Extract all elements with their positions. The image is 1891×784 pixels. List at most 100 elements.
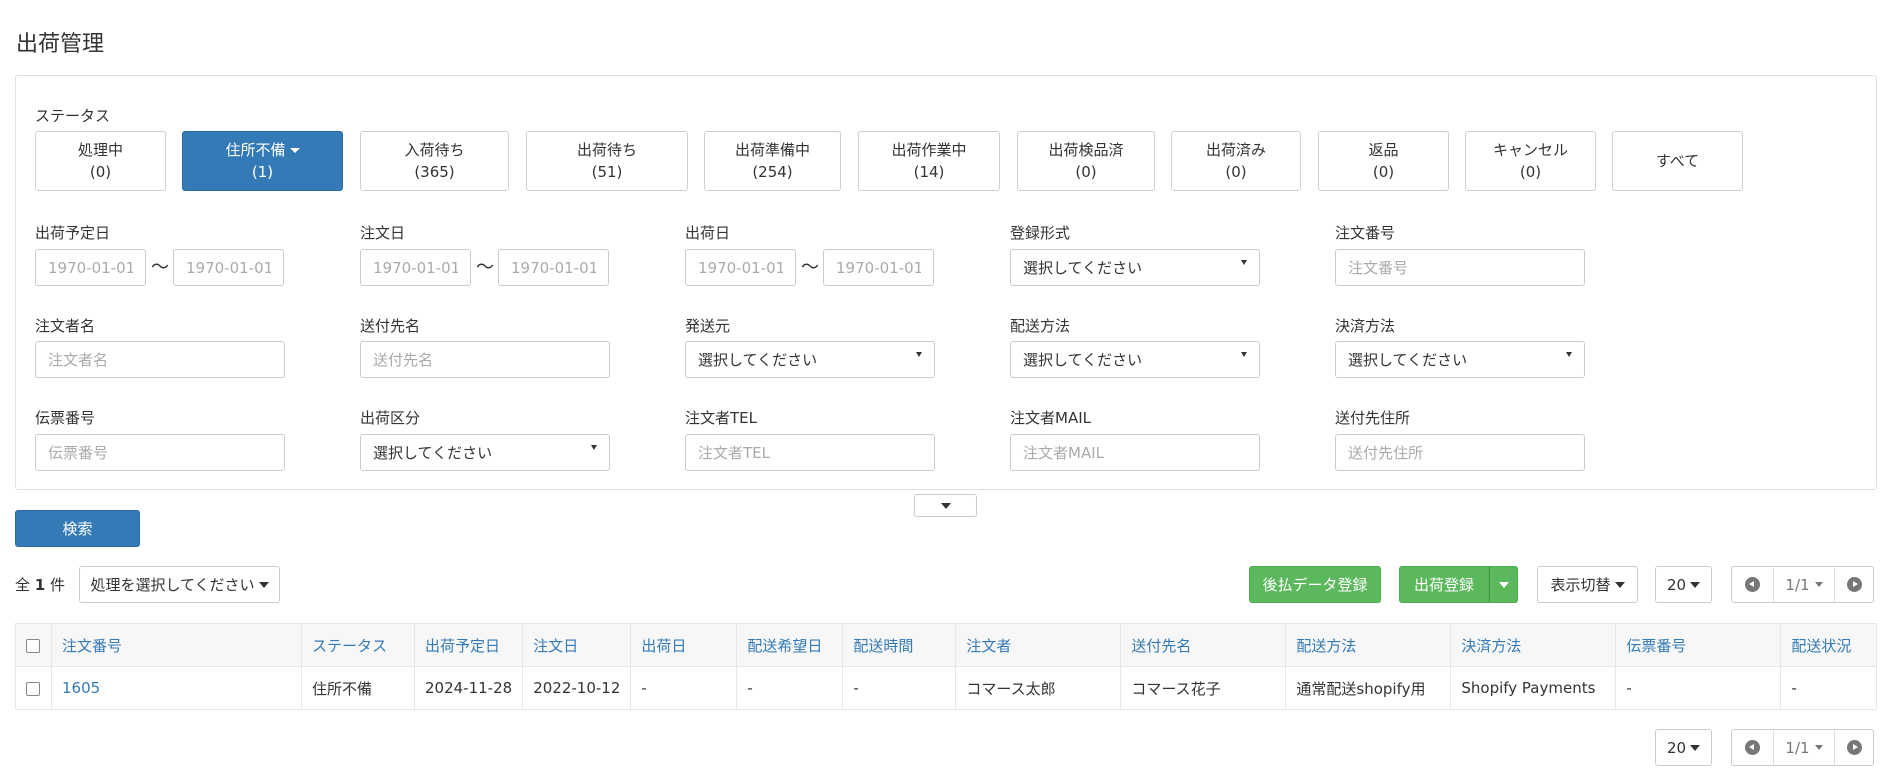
page-select[interactable]: 1/1 — [1773, 730, 1834, 765]
column-payment-method[interactable]: 決済方法 — [1450, 623, 1617, 667]
column-slip-no[interactable]: 伝票番号 — [1615, 623, 1782, 667]
column-orderer[interactable]: 注文者 — [955, 623, 1122, 667]
column-order-date[interactable]: 注文日 — [522, 623, 632, 667]
date-range-separator: 〜 — [151, 257, 169, 278]
cell-ship-date: 2024-11-28 — [413, 666, 524, 710]
status-button-awaiting-arrival[interactable]: 入荷待ち (365) — [360, 131, 509, 191]
status-button-label: 出荷検品済 — [1048, 141, 1124, 159]
prev-page-button[interactable] — [1732, 730, 1773, 765]
next-page-button[interactable] — [1834, 730, 1873, 765]
column-delivery-time[interactable]: 配送時間 — [842, 623, 957, 667]
deferred-payment-button[interactable]: 後払データ登録 — [1249, 566, 1381, 603]
status-button-awaiting-shipment[interactable]: 出荷待ち (51) — [526, 131, 688, 191]
shipped-date-from-input[interactable] — [685, 249, 796, 286]
slip-no-input[interactable] — [35, 434, 285, 471]
delivery-method-select[interactable]: 選択してください — [1010, 341, 1260, 378]
orderer-mail-input[interactable] — [1010, 434, 1260, 471]
select-all-cell — [15, 623, 52, 667]
row-select-cell — [15, 666, 52, 710]
payment-method-select[interactable]: 選択してください — [1335, 341, 1585, 378]
column-delivery-status[interactable]: 配送状況 — [1780, 623, 1877, 667]
chevron-down-icon — [1566, 352, 1572, 357]
shipped-date-to-input[interactable] — [823, 249, 934, 286]
ship-date-to-input[interactable] — [173, 249, 284, 286]
shipment-table: 注文番号 ステータス 出荷予定日 注文日 出荷日 配送希望日 配送時間 注文者 … — [15, 623, 1877, 710]
order-date-from-input[interactable] — [360, 249, 471, 286]
status-button-shipped[interactable]: 出荷済み (0) — [1171, 131, 1301, 191]
orderer-tel-label: 注文者TEL — [685, 409, 757, 427]
cell-shipped-date: - — [630, 666, 738, 710]
column-dest-name[interactable]: 送付先名 — [1120, 623, 1287, 667]
total-prefix: 全 — [15, 576, 31, 594]
chevron-down-icon — [1241, 352, 1247, 357]
caret-down-icon — [1614, 581, 1625, 588]
caret-down-icon — [1690, 581, 1701, 588]
status-button-address-error[interactable]: 住所不備 (1) — [182, 131, 343, 191]
total-count: 1 — [34, 576, 46, 594]
caret-down-icon — [258, 581, 269, 588]
status-button-processing[interactable]: 処理中 (0) — [35, 131, 166, 191]
cell-orderer: コマース太郎 — [955, 666, 1122, 710]
status-button-working[interactable]: 出荷作業中 (14) — [858, 131, 1000, 191]
status-button-count: (365) — [414, 163, 455, 181]
per-page-select[interactable]: 20 — [1655, 566, 1712, 603]
next-page-button[interactable] — [1834, 567, 1873, 602]
filter-expand-toggle[interactable] — [914, 494, 977, 517]
column-status[interactable]: ステータス — [301, 623, 415, 667]
orderer-name-input[interactable] — [35, 341, 285, 378]
ship-class-select[interactable]: 選択してください — [360, 434, 610, 471]
column-delivery-method[interactable]: 配送方法 — [1285, 623, 1452, 667]
dest-name-input[interactable] — [360, 341, 610, 378]
per-page-value: 20 — [1666, 575, 1687, 594]
orderer-mail-label: 注文者MAIL — [1010, 409, 1091, 427]
prev-page-button[interactable] — [1732, 567, 1773, 602]
select-all-checkbox[interactable] — [26, 638, 40, 653]
per-page-select-bottom[interactable]: 20 — [1655, 729, 1712, 766]
row-checkbox[interactable] — [26, 681, 40, 696]
status-button-label: 出荷作業中 — [891, 141, 967, 159]
status-button-label: 住所不備 — [225, 141, 286, 159]
status-button-cancelled[interactable]: キャンセル (0) — [1465, 131, 1596, 191]
bulk-action-select[interactable]: 処理を選択してください — [79, 566, 280, 603]
status-button-count: (0) — [1075, 163, 1097, 181]
order-no-input[interactable] — [1335, 249, 1585, 286]
page-info: 1/1 — [1785, 575, 1810, 594]
cell-delivery-time: - — [842, 666, 957, 710]
order-date-label: 注文日 — [360, 224, 406, 242]
dest-address-input[interactable] — [1335, 434, 1585, 471]
cell-payment-method: Shopify Payments — [1450, 666, 1617, 710]
result-total: 全 1 件 — [15, 574, 65, 595]
bulk-action-label: 処理を選択してください — [90, 576, 255, 594]
status-button-returned[interactable]: 返品 (0) — [1318, 131, 1449, 191]
cell-delivery-status: - — [1780, 666, 1877, 710]
origin-select[interactable]: 選択してください — [685, 341, 935, 378]
per-page-value: 20 — [1666, 738, 1687, 757]
page-select[interactable]: 1/1 — [1773, 567, 1834, 602]
chevron-left-icon — [1745, 740, 1760, 755]
status-button-all[interactable]: すべて — [1612, 131, 1743, 191]
register-shipment-dropdown[interactable] — [1489, 566, 1518, 603]
ship-date-from-input[interactable] — [35, 249, 146, 286]
register-shipment-button[interactable]: 出荷登録 — [1399, 566, 1489, 603]
orderer-tel-input[interactable] — [685, 434, 935, 471]
column-ship-date[interactable]: 出荷予定日 — [413, 623, 524, 667]
cell-desired-date: - — [736, 666, 844, 710]
status-button-preparing[interactable]: 出荷準備中 (254) — [704, 131, 841, 191]
order-date-to-input[interactable] — [498, 249, 609, 286]
payment-method-value: 選択してください — [1348, 351, 1468, 369]
table-header-row: 注文番号 ステータス 出荷予定日 注文日 出荷日 配送希望日 配送時間 注文者 … — [15, 623, 1877, 667]
caret-down-icon — [940, 502, 951, 509]
column-order-no[interactable]: 注文番号 — [51, 623, 302, 667]
column-desired-date[interactable]: 配送希望日 — [736, 623, 844, 667]
ship-class-label: 出荷区分 — [360, 409, 421, 427]
search-button[interactable]: 検索 — [15, 510, 140, 547]
reg-type-select[interactable]: 選択してください — [1010, 249, 1260, 286]
payment-method-label: 決済方法 — [1335, 317, 1396, 335]
column-shipped-date[interactable]: 出荷日 — [630, 623, 738, 667]
reg-type-label: 登録形式 — [1010, 224, 1071, 242]
view-toggle-button[interactable]: 表示切替 — [1537, 566, 1638, 603]
page-title: 出荷管理 — [16, 32, 105, 57]
status-button-inspected[interactable]: 出荷検品済 (0) — [1017, 131, 1155, 191]
orderer-name-label: 注文者名 — [35, 317, 96, 335]
order-link[interactable]: 1605 — [62, 679, 100, 697]
